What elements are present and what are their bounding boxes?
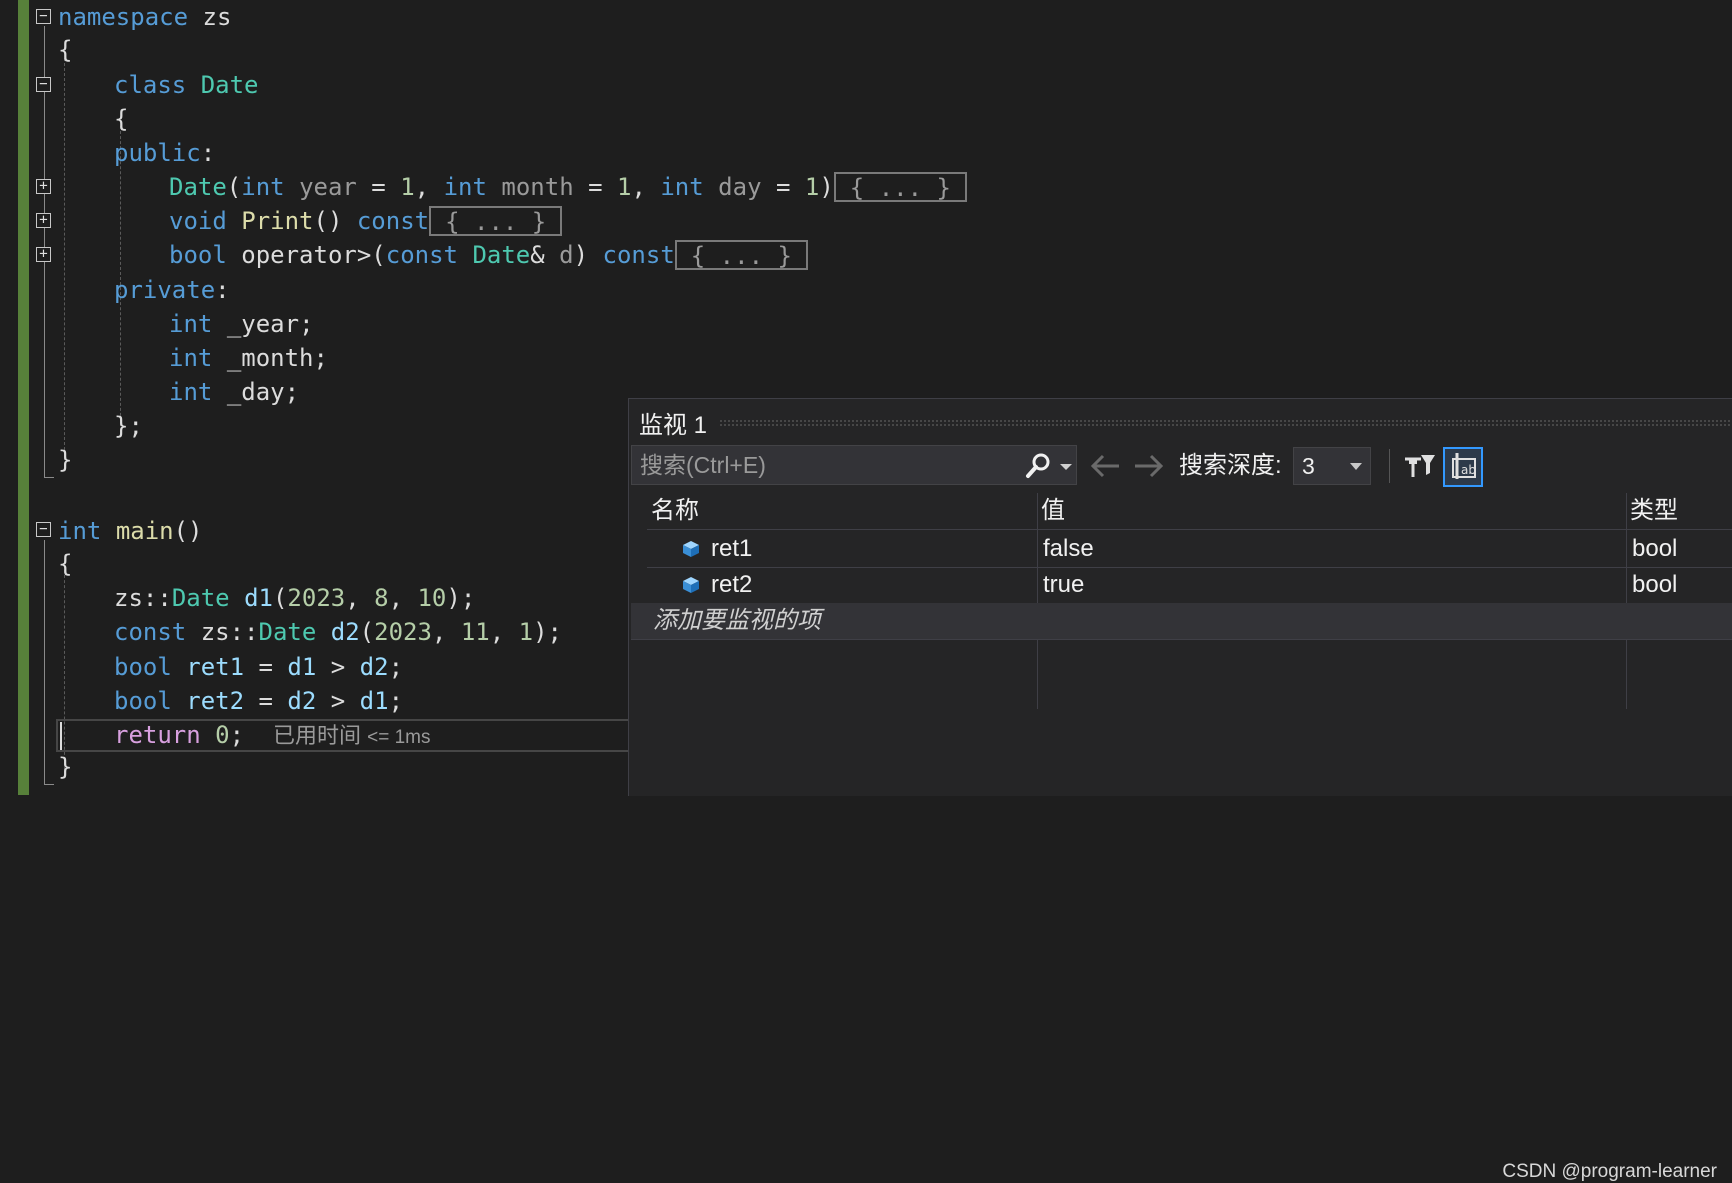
code-line-23: } [58,753,73,781]
watch-item-type: bool [1632,571,1678,598]
code-line-16: int main() [58,517,203,545]
search-depth-select[interactable]: 3 [1293,447,1371,485]
watch-item-value[interactable]: true [1043,567,1084,603]
code-line-6: Date(int year = 1, int month = 1, int da… [169,170,967,204]
fold-expand-icon[interactable]: + [36,247,51,262]
add-watch-item-prompt[interactable]: 添加要监视的项 [653,603,821,639]
code-line-18: zs::Date d1(2023, 8, 10); [114,584,476,612]
code-line-11: int _month; [169,344,328,372]
change-tracking-bar [18,0,29,795]
code-line-20: bool ret1 = d1 > d2; [114,653,404,681]
code-line-1: namespace zs [58,3,232,31]
watch-item-name[interactable]: ret1 [711,531,752,567]
watch-grid-header: 名称 值 类型 [647,493,1732,530]
indent-guide [64,58,65,460]
code-line-14: } [58,446,73,474]
outline-line-main [44,540,45,784]
filter-pin-icon[interactable] [1401,447,1441,487]
collapsed-block[interactable]: { ... } [674,240,808,270]
code-line-19: const zs::Date d2(2023, 11, 1); [114,618,562,646]
text-caret [60,722,62,750]
watch-panel-title[interactable]: 监视 1 [639,405,707,440]
variable-cube-icon [683,577,699,593]
code-line-9: private: [114,276,230,304]
watch-search-input[interactable] [640,446,1010,484]
fold-collapse-icon[interactable]: − [36,9,51,24]
outline-end-namespace [44,477,54,478]
view-as-text-button[interactable]: ab [1443,447,1483,487]
arrow-left-icon[interactable] [1089,449,1123,483]
code-line-10: int _year; [169,310,314,338]
column-header-type[interactable]: 类型 [1626,493,1678,529]
collapsed-block[interactable]: { ... } [833,172,967,202]
watch-row[interactable]: ret1 false bool [647,531,1732,568]
code-line-3: class Date [114,71,259,99]
code-line-17: { [58,550,73,578]
arrow-right-icon[interactable] [1131,449,1165,483]
watch-item-type: bool [1632,535,1678,562]
code-line-7: void Print() const{ ... } [169,204,563,238]
chevron-down-icon[interactable] [1056,454,1076,478]
chevron-down-icon [1350,463,1362,470]
fold-collapse-icon[interactable]: − [36,77,51,92]
fold-collapse-icon[interactable]: − [36,522,51,537]
watch-item-name[interactable]: ret2 [711,567,752,603]
collapsed-block[interactable]: { ... } [429,206,563,236]
search-depth-value: 3 [1302,453,1315,479]
code-line-4: { [114,105,129,133]
watermark: CSDN @program-learner [1502,1161,1717,1182]
code-line-21: bool ret2 = d2 > d1; [114,687,404,715]
add-watch-row[interactable]: 添加要监视的项 [631,603,1732,640]
column-header-value[interactable]: 值 [1037,493,1065,529]
text-view-icon: ab [1452,453,1476,479]
elapsed-time-hint: 已用时间 <= 1ms [272,723,431,748]
fold-expand-icon[interactable]: + [36,179,51,194]
svg-text:ab: ab [1461,463,1476,477]
column-header-name[interactable]: 名称 [647,493,699,529]
search-icon[interactable] [1024,452,1052,480]
code-line-22: return 0; 已用时间 <= 1ms [114,721,431,749]
search-depth-label: 搜索深度: [1179,452,1282,479]
code-line-5: public: [114,139,216,167]
watch-row[interactable]: ret2 true bool [647,567,1732,604]
code-line-8: bool operator>(const Date& d) const{ ...… [169,238,808,272]
watch-panel: 监视 1 搜索深度: 3 ab 名称 值 [628,398,1732,1182]
watch-search-box[interactable] [631,445,1077,485]
toolbar-separator [1389,449,1390,483]
code-line-13: }; [114,412,143,440]
watch-item-value[interactable]: false [1043,531,1094,567]
variable-cube-icon [683,541,699,557]
code-line-12: int _day; [169,378,300,406]
code-line-2: { [58,36,73,64]
panel-drag-grip[interactable] [719,419,1732,427]
outline-end-main [44,784,54,785]
fold-expand-icon[interactable]: + [36,213,51,228]
